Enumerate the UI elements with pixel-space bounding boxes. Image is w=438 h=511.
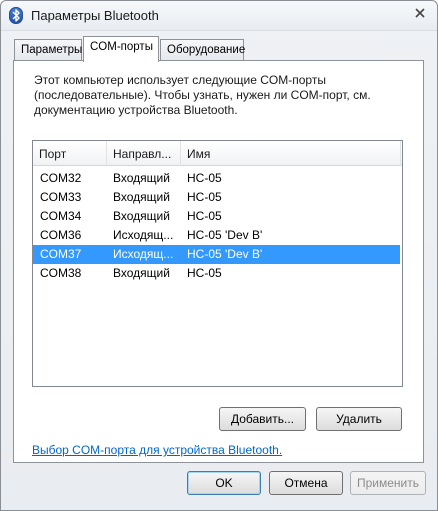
tab-hardware[interactable]: Оборудование	[160, 39, 245, 61]
port-cell: COM33	[40, 190, 82, 204]
add-button[interactable]: Добавить...	[219, 407, 306, 431]
list-row[interactable]: COM34 Входящий HC-05	[33, 207, 400, 226]
direction-cell: Входящий	[113, 171, 170, 185]
cancel-button[interactable]: Отмена	[269, 471, 343, 495]
port-cell: COM32	[40, 171, 82, 185]
apply-button[interactable]: Применить	[350, 471, 426, 495]
list-row[interactable]: COM38 Входящий HC-05	[33, 264, 400, 283]
close-icon[interactable]	[405, 2, 435, 24]
port-cell: COM38	[40, 266, 82, 280]
list-row[interactable]: COM33 Входящий HC-05	[33, 188, 400, 207]
direction-cell: Исходящ...	[113, 247, 174, 261]
tab-com-ports[interactable]: COM-порты	[83, 36, 159, 62]
list-row[interactable]: COM36 Исходящ... HC-05 'Dev B'	[33, 226, 400, 245]
title-bar[interactable]: Параметры Bluetooth	[1, 1, 437, 31]
bluetooth-settings-window: Параметры Bluetooth Параметры COM-порты …	[0, 0, 438, 511]
port-cell: COM37	[40, 247, 82, 261]
list-header: Порт Направл... Имя	[33, 141, 402, 166]
column-port[interactable]: Порт	[33, 141, 107, 166]
direction-cell: Входящий	[113, 190, 170, 204]
direction-cell: Входящий	[113, 209, 170, 223]
list-row-selected[interactable]: COM37 Исходящ... HC-05 'Dev B'	[33, 245, 400, 264]
com-ports-panel: Этот компьютер использует следующие COM-…	[13, 60, 424, 463]
com-ports-list[interactable]: Порт Направл... Имя COM32 Входящий HC-05…	[32, 140, 403, 387]
name-cell: HC-05	[187, 171, 222, 185]
bluetooth-icon	[9, 7, 23, 24]
window-title: Параметры Bluetooth	[31, 8, 159, 23]
tab-parameters[interactable]: Параметры	[14, 39, 82, 61]
name-cell: HC-05	[187, 190, 222, 204]
ok-button[interactable]: OK	[187, 471, 261, 495]
name-cell: HC-05 'Dev B'	[187, 228, 263, 242]
choose-com-port-link[interactable]: Выбор COM-порта для устройства Bluetooth…	[32, 443, 282, 457]
port-cell: COM34	[40, 209, 82, 223]
name-cell: HC-05	[187, 209, 222, 223]
list-row[interactable]: COM32 Входящий HC-05	[33, 169, 400, 188]
direction-cell: Входящий	[113, 266, 170, 280]
description-text: Этот компьютер использует следующие COM-…	[34, 73, 371, 117]
column-direction[interactable]: Направл...	[107, 141, 181, 166]
column-name[interactable]: Имя	[181, 141, 401, 166]
port-cell: COM36	[40, 228, 82, 242]
name-cell: HC-05	[187, 266, 222, 280]
remove-button[interactable]: Удалить	[316, 407, 402, 431]
name-cell: HC-05 'Dev B'	[187, 247, 263, 261]
direction-cell: Исходящ...	[113, 228, 174, 242]
